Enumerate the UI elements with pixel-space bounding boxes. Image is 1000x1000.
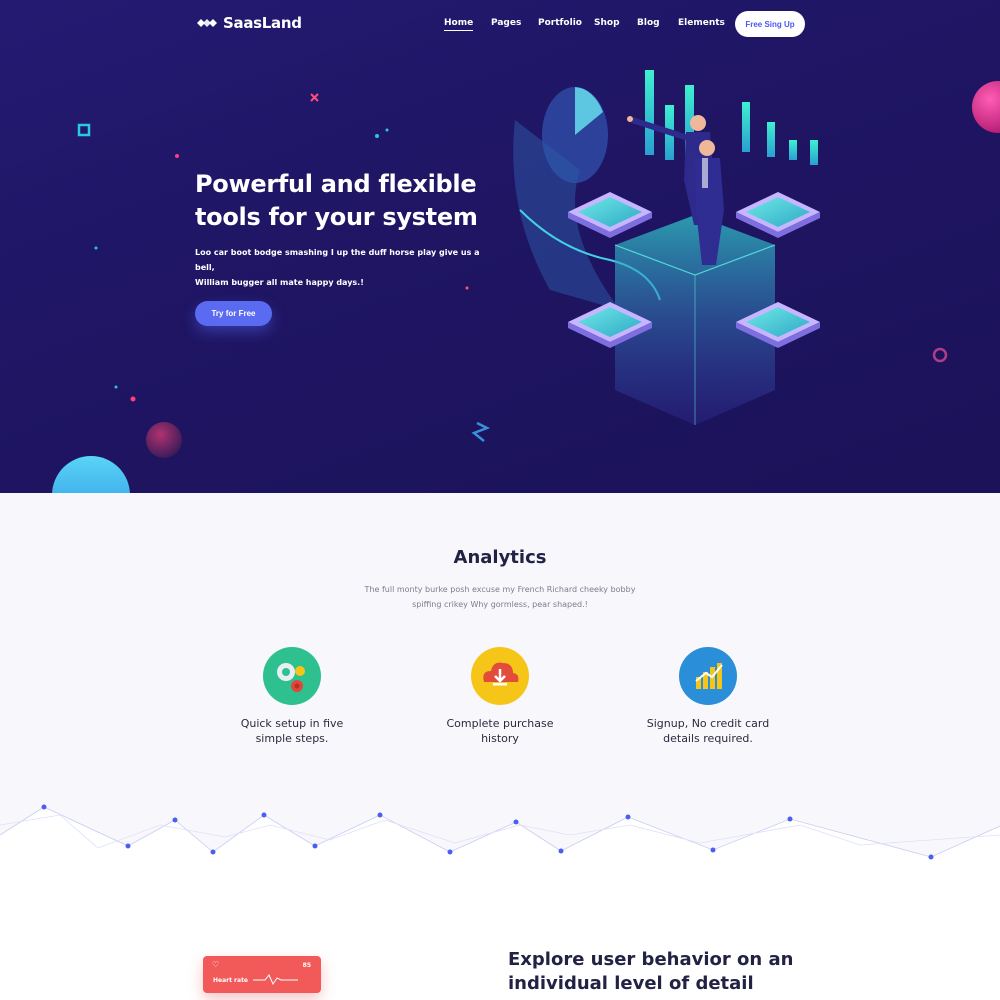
gears-icon	[263, 647, 321, 705]
hero-title-line2: tools for your system	[195, 203, 478, 231]
feature-line1: Complete purchase	[446, 717, 554, 730]
hero-description: Loo car boot bodge smashing I up the duf…	[195, 245, 495, 290]
behavior-heading: Explore user behavior on an individual l…	[508, 948, 808, 996]
analytics-title: Analytics	[453, 547, 547, 568]
behavior-heading-line2: individual level of detail	[508, 973, 754, 994]
logo-text: SaasLand	[223, 14, 302, 32]
behavior-heading-line1: Explore user behavior on an	[508, 949, 794, 970]
analytics-desc-line1: The full monty burke posh excuse my Fren…	[364, 585, 636, 594]
hero-title: Powerful and flexible tools for your sys…	[195, 168, 515, 234]
nav-item-shop[interactable]: Shop	[594, 18, 620, 28]
logo-icon	[197, 19, 217, 27]
feature-line1: Signup, No credit card	[646, 717, 770, 730]
logo[interactable]: SaasLand	[195, 14, 302, 32]
heart-rate-line-icon	[253, 974, 298, 986]
growth-chart-icon	[679, 647, 737, 705]
signup-button[interactable]: Free Sing Up	[735, 11, 805, 37]
nav-item-pages[interactable]: Pages	[491, 18, 521, 28]
hero-illustration	[513, 70, 820, 425]
feature-line1: Quick setup in five	[240, 717, 344, 730]
feature-purchase-history: Complete purchase history	[420, 647, 580, 746]
feature-line2: simple steps.	[255, 732, 329, 745]
hero-section: SaasLand Home Pages Portfolio Shop Blog …	[0, 0, 1000, 493]
decorative-wave-lines	[0, 804, 1000, 883]
heart-rate-label: Heart rate	[213, 977, 249, 984]
top-nav: SaasLand Home Pages Portfolio Shop Blog …	[0, 0, 1000, 48]
feature-line2: details required.	[663, 732, 753, 745]
try-for-free-button[interactable]: Try for Free	[195, 301, 272, 326]
nav-item-elements[interactable]: Elements	[678, 18, 725, 28]
behavior-section	[0, 883, 1000, 1000]
hero-title-line1: Powerful and flexible	[195, 170, 477, 198]
hero-desc-line1: Loo car boot bodge smashing I up the duf…	[195, 248, 480, 272]
hero-desc-line2: William bugger all mate happy days.!	[195, 278, 364, 287]
feature-text: Quick setup in five simple steps.	[212, 716, 372, 746]
feature-line2: history	[481, 732, 519, 745]
feature-signup: Signup, No credit card details required.	[628, 647, 788, 746]
nav-item-home[interactable]: Home	[444, 18, 474, 31]
cloud-download-icon	[471, 647, 529, 705]
nav-item-blog[interactable]: Blog	[637, 18, 660, 28]
heart-icon: ♡	[212, 960, 220, 969]
feature-text: Complete purchase history	[420, 716, 580, 746]
nav-item-portfolio[interactable]: Portfolio	[538, 18, 582, 28]
analytics-description: The full monty burke posh excuse my Fren…	[350, 582, 650, 612]
analytics-desc-line2: spiffing crikey Why gormless, pear shape…	[412, 600, 588, 609]
feature-quick-setup: Quick setup in five simple steps.	[212, 647, 372, 746]
feature-text: Signup, No credit card details required.	[628, 716, 788, 746]
heart-rate-value: 85	[302, 962, 311, 969]
heart-rate-card: ♡ 85 Heart rate	[203, 956, 321, 993]
